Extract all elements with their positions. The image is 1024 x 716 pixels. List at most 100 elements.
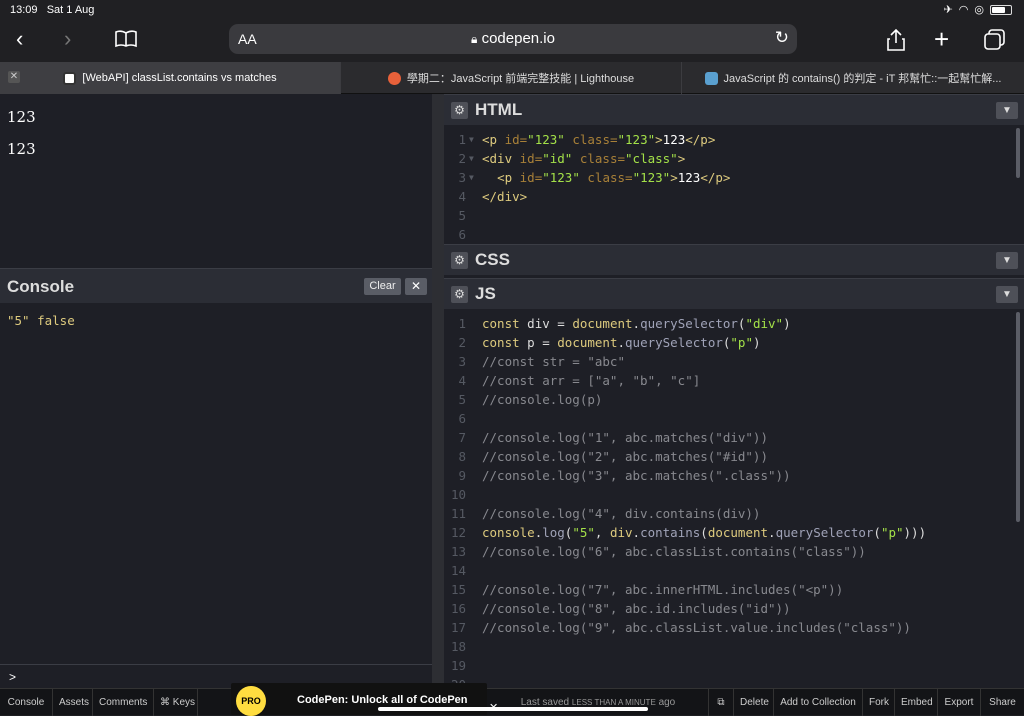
codepen-favicon-icon	[63, 71, 77, 85]
tab-lighthouse[interactable]: 學期二：JavaScript 前端完整技能 | Lighthouse	[341, 62, 682, 94]
share-icon[interactable]	[886, 28, 906, 52]
battery-icon	[990, 4, 1012, 15]
line-number: 1	[458, 316, 466, 331]
console-title: Console	[7, 277, 75, 296]
promo-close-icon[interactable]: ✕	[489, 701, 498, 714]
footer-embed-button[interactable]: Embed	[895, 689, 938, 716]
line-number: 14	[450, 563, 466, 578]
home-indicator[interactable]	[378, 707, 648, 711]
footer-fork-button[interactable]: Fork	[863, 689, 895, 716]
footer-export-button[interactable]: Export	[938, 689, 981, 716]
footer-keys-button[interactable]: ⌘ Keys	[154, 689, 198, 716]
code-line: const div = document.querySelector("div"…	[482, 316, 791, 331]
line-number: 18	[450, 639, 466, 654]
code-line: //console.log("8", abc.id.includes("id")…	[482, 601, 791, 616]
chevron-down-icon[interactable]: ▼	[996, 252, 1018, 269]
html-code[interactable]: 1 2 3 4 5 6 ▼ ▼ ▼ <p id="123" class="123…	[444, 127, 1016, 244]
code-line: const p = document.querySelector("p")	[482, 335, 761, 350]
code-line: //console.log("3", abc.matches(".class")…	[482, 468, 791, 483]
status-icons: ✈ ◠ ◎	[944, 3, 1012, 16]
new-tab-icon[interactable]: +	[934, 24, 949, 55]
code-line: //console.log("2", abc.matches("#id"))	[482, 449, 768, 464]
gear-icon[interactable]: ⚙	[451, 252, 468, 269]
code-line: console.log("5", div.contains(document.q…	[482, 525, 927, 540]
pro-badge: PRO	[236, 686, 266, 716]
code-line: //console.log("6", abc.classList.contain…	[482, 544, 866, 559]
preview-paragraph: 123	[7, 108, 36, 126]
last-saved-suffix: ago	[658, 697, 676, 708]
tab-label: 學期二：JavaScript 前端完整技能 | Lighthouse	[406, 73, 635, 85]
footer-console-button[interactable]: Console	[0, 689, 53, 716]
fold-arrow-icon[interactable]: ▼	[469, 135, 474, 144]
footer-assets-button[interactable]: Assets	[53, 689, 93, 716]
js-editor-header: ⚙ JS ▼	[444, 278, 1024, 309]
line-number: 15	[450, 582, 466, 597]
close-icon[interactable]: ✕	[8, 71, 20, 83]
line-number: 4	[458, 189, 466, 204]
gear-icon[interactable]: ⚙	[451, 286, 468, 303]
url-host-text: codepen.io	[481, 30, 555, 47]
airplane-icon: ✈	[943, 4, 953, 16]
gear-icon[interactable]: ⚙	[451, 102, 468, 119]
line-number: 3	[458, 354, 466, 369]
line-number: 8	[458, 449, 466, 464]
pane-resizer[interactable]	[432, 94, 444, 688]
address-bar[interactable]: AA 🔒︎ codepen.io ↻	[229, 24, 797, 54]
code-line: <p id="123" class="123">123</p>	[497, 170, 731, 185]
tabs-overview-icon[interactable]	[984, 29, 1006, 51]
line-number: 1	[458, 132, 466, 147]
line-number: 17	[450, 620, 466, 635]
wifi-icon: ◠	[958, 4, 969, 16]
console-clear-button[interactable]: Clear	[364, 278, 401, 295]
footer-comments-button[interactable]: Comments	[93, 689, 154, 716]
line-number: 6	[458, 411, 466, 426]
code-line: //console.log("4", div.contains(div))	[482, 506, 761, 521]
bookmarks-icon[interactable]	[115, 30, 137, 48]
html-editor-title: HTML	[475, 100, 523, 119]
fold-arrow-icon[interactable]: ▼	[469, 173, 474, 182]
last-saved-status: Last saved LESS THAN A MINUTE ago	[488, 689, 708, 716]
line-number: 19	[450, 658, 466, 673]
console-close-icon[interactable]: ✕	[405, 278, 427, 295]
code-line: <p id="123" class="123">123</p>	[482, 132, 716, 147]
line-number: 13	[450, 544, 466, 559]
line-number: 2	[458, 151, 466, 166]
open-external-icon[interactable]: ⧉	[708, 689, 734, 716]
tab-ithome[interactable]: JavaScript 的 contains() 的判定 - iT 邦幫忙::一起…	[682, 62, 1024, 94]
scrollbar[interactable]	[1016, 128, 1020, 178]
log-boolean: false	[37, 313, 75, 328]
ithome-favicon-icon	[704, 71, 718, 85]
line-number: 9	[458, 468, 466, 483]
footer-add-to-collection-button[interactable]: Add to Collection	[774, 689, 863, 716]
line-number: 16	[450, 601, 466, 616]
back-icon[interactable]: ‹	[16, 26, 23, 52]
line-number: 12	[450, 525, 466, 540]
tab-label: [WebAPI] classList.contains vs matches	[82, 72, 277, 84]
forward-icon[interactable]: ›	[64, 26, 71, 52]
js-code[interactable]: 1 2 3 4 5 6 7 8 9 10 11 12 13 14 15 16 1…	[444, 311, 1016, 688]
fold-arrow-icon[interactable]: ▼	[469, 154, 474, 163]
promo-text: CodePen: Unlock all of CodePen	[297, 694, 468, 706]
status-time-date: 13:09 Sat 1 Aug	[10, 4, 94, 16]
line-number: 3	[458, 170, 466, 185]
last-saved-value: LESS THAN A MINUTE	[571, 698, 656, 707]
css-editor-title: CSS	[475, 250, 510, 269]
css-editor-header: ⚙ CSS ▼	[444, 244, 1024, 275]
chevron-down-icon[interactable]: ▼	[996, 286, 1018, 303]
tab-label: JavaScript 的 contains() 的判定 - iT 邦幫忙::一起…	[723, 73, 1002, 85]
reload-icon[interactable]: ↻	[775, 28, 789, 48]
log-string: "5"	[7, 313, 30, 328]
js-editor: ⚙ JS ▼ 1 2 3 4 5 6 7 8 9 10 11 12 13 14 …	[444, 278, 1024, 688]
result-preview: 123 123	[0, 94, 432, 268]
code-line: <div id="id" class="class">	[482, 151, 686, 166]
footer-share-button[interactable]: Share	[981, 689, 1024, 716]
status-date: Sat 1 Aug	[46, 4, 95, 16]
footer-delete-button[interactable]: Delete	[734, 689, 774, 716]
chevron-down-icon[interactable]: ▼	[996, 102, 1018, 119]
tab-webapi[interactable]: ✕ [WebAPI] classList.contains vs matches	[0, 62, 341, 94]
css-editor: ⚙ CSS ▼	[444, 244, 1024, 278]
line-number: 5	[458, 392, 466, 407]
code-line: //const arr = ["a", "b", "c"]	[482, 373, 701, 388]
status-time: 13:09	[10, 4, 38, 16]
scrollbar[interactable]	[1016, 312, 1020, 522]
